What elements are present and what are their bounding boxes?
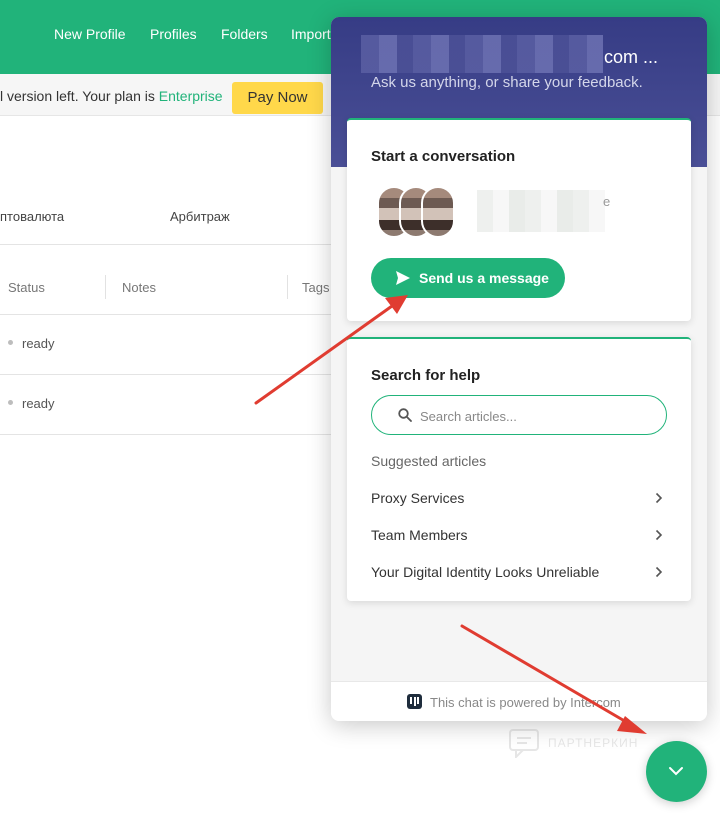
column-separator xyxy=(287,275,288,299)
article-item-proxy-services[interactable]: Proxy Services xyxy=(347,483,691,513)
status-dot xyxy=(8,340,13,345)
article-item-team-members[interactable]: Team Members xyxy=(347,520,691,550)
send-message-label: Send us a message xyxy=(419,270,549,286)
chevron-right-icon xyxy=(655,492,663,504)
conversation-card: Start a conversation e Send us a message xyxy=(347,118,691,321)
divider xyxy=(0,244,340,245)
divider xyxy=(0,314,340,315)
divider xyxy=(0,374,340,375)
team-avatars xyxy=(377,186,461,238)
conversation-card-title: Start a conversation xyxy=(371,148,516,165)
divider xyxy=(0,434,340,435)
article-item-digital-identity[interactable]: Your Digital Identity Looks Unreliable xyxy=(347,557,691,587)
intercom-logo-bar xyxy=(413,697,416,706)
nav-folders[interactable]: Folders xyxy=(221,26,268,42)
nav-profiles[interactable]: Profiles xyxy=(150,26,197,42)
article-label: Your Digital Identity Looks Unreliable xyxy=(371,564,600,580)
search-box[interactable] xyxy=(371,395,667,435)
status-text: ready xyxy=(22,396,55,411)
search-help-title: Search for help xyxy=(371,367,481,384)
article-label: Team Members xyxy=(371,527,468,543)
messenger-launcher-button[interactable] xyxy=(646,741,707,802)
column-header-tags[interactable]: Tags xyxy=(302,280,329,295)
chevron-down-icon xyxy=(669,767,683,776)
avatar xyxy=(421,186,455,238)
team-text-tail: e xyxy=(603,194,611,209)
article-label: Proxy Services xyxy=(371,490,465,506)
redacted-company-name xyxy=(361,35,603,73)
column-header-status[interactable]: Status xyxy=(8,280,45,295)
intercom-logo-icon xyxy=(407,694,422,709)
column-header-notes[interactable]: Notes xyxy=(122,280,156,295)
search-help-card: Search for help Suggested articles Proxy… xyxy=(347,337,691,601)
powered-by-intercom-text[interactable]: This chat is powered by Intercom xyxy=(430,695,621,710)
watermark: ПАРТНЕРКИН xyxy=(508,728,648,760)
chevron-right-icon xyxy=(655,566,663,578)
messenger-title: com ... xyxy=(604,47,659,67)
nav-new-profile[interactable]: New Profile xyxy=(54,26,126,42)
plan-banner-text: l version left. Your plan is Enterprise xyxy=(0,88,223,104)
send-message-button[interactable]: Send us a message xyxy=(371,258,565,298)
suggested-articles-label: Suggested articles xyxy=(371,453,487,469)
chat-bubble-icon xyxy=(509,729,539,760)
folder-tab-crypto[interactable]: птовалюта xyxy=(0,209,64,224)
redacted-team-text xyxy=(477,190,605,232)
plan-banner-prefix: l version left. Your plan is xyxy=(0,88,159,104)
nav-import[interactable]: Import xyxy=(291,26,331,42)
plan-link[interactable]: Enterprise xyxy=(159,88,223,104)
intercom-logo-bar xyxy=(410,697,412,704)
status-dot xyxy=(8,400,13,405)
messenger-footer: This chat is powered by Intercom xyxy=(331,681,707,721)
search-icon xyxy=(398,408,412,422)
pay-now-button[interactable]: Pay Now xyxy=(232,82,323,114)
search-articles-input[interactable] xyxy=(420,406,650,426)
messenger-subtitle: Ask us anything, or share your feedback. xyxy=(371,74,643,91)
watermark-text: ПАРТНЕРКИН xyxy=(548,736,639,750)
intercom-logo-bar xyxy=(417,697,419,704)
column-separator xyxy=(105,275,106,299)
intercom-messenger: com ... Ask us anything, or share your f… xyxy=(331,17,707,721)
status-text: ready xyxy=(22,336,55,351)
send-icon xyxy=(396,271,410,285)
chevron-right-icon xyxy=(655,529,663,541)
folder-tab-arbitrage[interactable]: Арбитраж xyxy=(170,209,230,224)
